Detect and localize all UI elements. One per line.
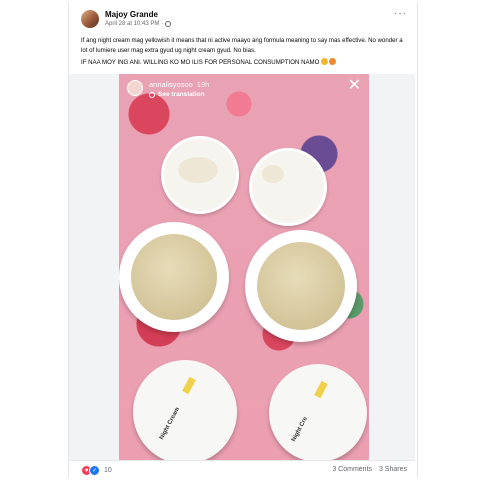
jar-label-right: Night Cre [269, 364, 367, 460]
post-meta: April 28 at 10:43 PM · [105, 21, 172, 27]
shares-count[interactable]: 3 Shares [379, 466, 407, 473]
open-jar-right [245, 230, 357, 342]
jar-lid-left [161, 136, 239, 214]
open-jar-left [119, 222, 229, 332]
author-avatar[interactable] [81, 10, 99, 28]
reaction-count: 10 [104, 467, 112, 474]
close-icon: ✕ [347, 77, 361, 94]
caption-line-1: If ang night cream mag yellowish it mean… [81, 37, 403, 54]
translate-icon [149, 91, 155, 98]
see-translation: See translation [149, 91, 205, 98]
jar-label-right-text: Night Cre [291, 416, 309, 443]
facebook-post: Majoy Grande April 28 at 10:43 PM · ··· … [68, 2, 418, 478]
author-name[interactable]: Majoy Grande [105, 10, 158, 19]
story-screenshot: annalisyosoo 19h See translation ✕ Night… [119, 74, 369, 460]
story-username: annalisyosoo 19h [149, 80, 209, 89]
globe-icon [165, 21, 172, 27]
jar-label-left-text: Night Cream [159, 406, 182, 441]
post-caption: If ang night cream mag yellowish it mean… [81, 36, 407, 68]
story-username-text: annalisyosoo [149, 80, 193, 89]
post-footer: ♥ ✓ 10 3 Comments 3 Shares [69, 460, 415, 479]
ellipsis-icon[interactable]: ··· [394, 9, 407, 19]
meta-separator: · [161, 21, 164, 27]
story-avatar [127, 80, 143, 96]
story-time: 19h [196, 80, 210, 89]
jar-lid-right [249, 148, 327, 226]
heart-face-emoji-icon [329, 58, 337, 65]
post-stats: 3 Comments 3 Shares [332, 466, 407, 473]
see-translation-label: See translation [158, 91, 205, 98]
post-date[interactable]: April 28 at 10:43 PM [105, 21, 159, 27]
comments-count[interactable]: 3 Comments [332, 466, 372, 473]
like-reaction-icon: ✓ [89, 465, 100, 476]
post-photo[interactable]: annalisyosoo 19h See translation ✕ Night… [69, 74, 415, 460]
grin-sweat-emoji-icon [321, 58, 329, 65]
caption-line-2-text: IF NAA MOY ING ANI. WILLING KO MO ILIS F… [81, 59, 320, 66]
reactions[interactable]: ♥ ✓ 10 [81, 465, 112, 476]
caption-line-2: IF NAA MOY ING ANI. WILLING KO MO ILIS F… [81, 58, 407, 68]
jar-label-left: Night Cream [133, 360, 237, 460]
